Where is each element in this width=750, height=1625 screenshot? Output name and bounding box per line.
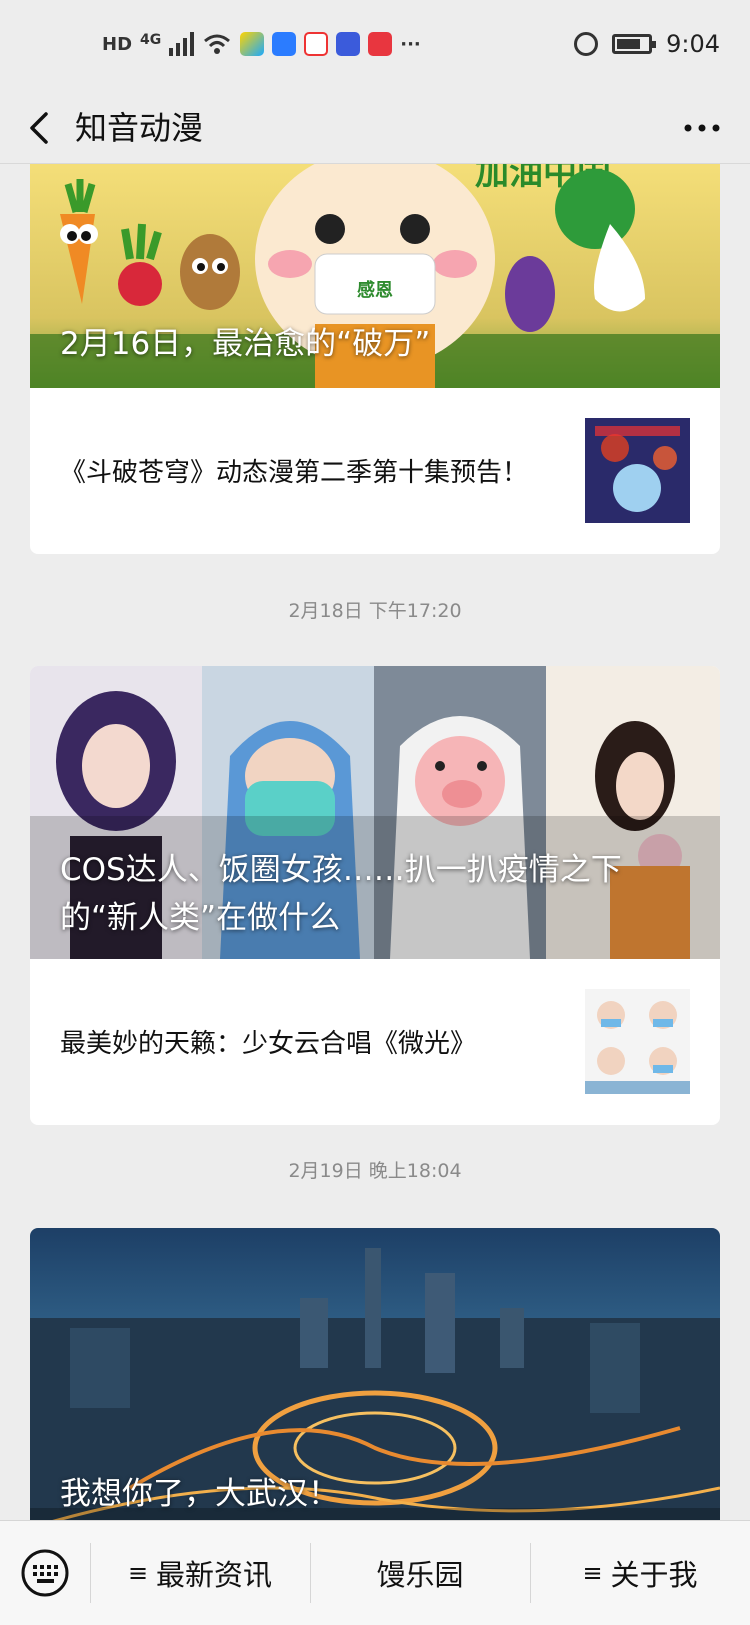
article-hero[interactable]: 感恩 加油中国 2月16日，最治愈的“破万” <box>30 164 720 388</box>
sub-article-thumbnail <box>585 989 690 1094</box>
menu-latest-news[interactable]: ≡ 最新资讯 <box>90 1521 310 1625</box>
article-hero-title: COS达人、饭圈女孩……扒一扒疫情之下的“新人类”在做什么 <box>60 852 622 936</box>
wifi-icon <box>204 34 231 54</box>
baidu-app-icon <box>336 32 361 56</box>
battery-icon <box>612 34 657 54</box>
clock: 9:04 <box>666 30 720 58</box>
huawei-app-icon <box>368 32 393 56</box>
signal-icon <box>169 32 195 56</box>
menu-list-icon: ≡ <box>127 1559 149 1587</box>
keyboard-toggle-button[interactable] <box>0 1521 90 1625</box>
more-notifications: ··· <box>400 33 421 55</box>
timestamp-separator: 2月18日 下午17:20 <box>288 600 462 622</box>
browser-app-icon <box>272 32 297 56</box>
menu-label: 关于我 <box>610 1558 698 1592</box>
message-feed[interactable]: 感恩 加油中国 2月16日，最治愈的“破万” 《斗破苍穹》动态漫第二季第十集预告… <box>0 164 750 1520</box>
video-app-icon <box>240 32 265 56</box>
nav-header: 知音动漫 <box>0 92 750 164</box>
status-bar: HD 4G ··· 9:04 <box>0 0 750 92</box>
hd-indicator: HD <box>102 33 133 55</box>
menu-about-me[interactable]: ≡ 关于我 <box>530 1521 750 1625</box>
menu-mantou-park[interactable]: 馒乐园 <box>310 1521 530 1625</box>
mask-label: 感恩 <box>357 279 393 301</box>
alarm-icon <box>574 32 599 56</box>
keyboard-icon <box>21 1549 69 1597</box>
menu-label: 最新资讯 <box>156 1558 273 1592</box>
article-hero[interactable]: COS达人、饭圈女孩……扒一扒疫情之下的“新人类”在做什么 <box>30 666 720 959</box>
maps-app-icon <box>304 32 329 56</box>
bottom-menu: ≡ 最新资讯 馒乐园 ≡ 关于我 <box>0 1520 750 1625</box>
ellipsis-icon[interactable] <box>678 104 726 152</box>
chevron-left-icon[interactable] <box>24 104 72 152</box>
timestamp-separator: 2月19日 晚上18:04 <box>288 1160 462 1182</box>
sub-article-row[interactable]: 《斗破苍穹》动态漫第二季第十集预告！ <box>30 388 720 553</box>
article-hero-title: 我想你了，大武汉！ <box>60 1476 339 1512</box>
sub-article-thumbnail <box>585 418 690 523</box>
status-right: 9:04 <box>574 30 720 58</box>
network-type: 4G <box>140 32 162 48</box>
status-left: HD 4G ··· <box>102 32 421 56</box>
article-card: 感恩 加油中国 2月16日，最治愈的“破万” 《斗破苍穹》动态漫第二季第十集预告… <box>30 164 720 554</box>
article-card: 我想你了，大武汉！ <box>30 1228 720 1520</box>
article-hero-title: 2月16日，最治愈的“破万” <box>60 326 431 362</box>
sub-article-title: 最美妙的天籁：少女云合唱《微光》 <box>60 1029 477 1059</box>
page-title: 知音动漫 <box>75 109 204 147</box>
article-hero[interactable]: 我想你了，大武汉！ <box>30 1228 720 1520</box>
sub-article-row[interactable]: 最美妙的天籁：少女云合唱《微光》 <box>30 959 720 1124</box>
menu-list-icon: ≡ <box>582 1559 603 1587</box>
article-card: COS达人、饭圈女孩……扒一扒疫情之下的“新人类”在做什么 最美妙的天籁：少女云… <box>30 666 720 1125</box>
sub-article-title: 《斗破苍穹》动态漫第二季第十集预告！ <box>60 458 529 488</box>
menu-label: 馒乐园 <box>376 1558 464 1592</box>
